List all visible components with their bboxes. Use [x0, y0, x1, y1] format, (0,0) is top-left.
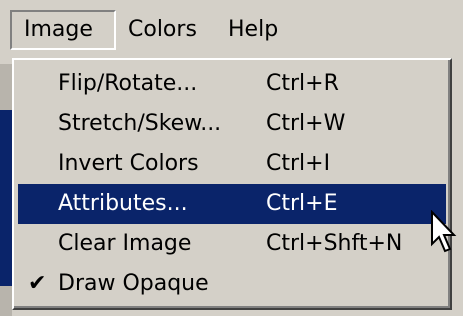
mouse-pointer-icon	[431, 210, 457, 253]
menu-item-shortcut: Ctrl+I	[266, 151, 331, 176]
menu-item-label: Attributes...	[58, 191, 188, 216]
menu-item-label: Draw Opaque	[58, 271, 209, 296]
menu-item-stretch-skew[interactable]: Stretch/Skew... Ctrl+W	[18, 104, 446, 144]
menu-item-shortcut: Ctrl+Shft+N	[266, 231, 403, 256]
document-background	[0, 64, 12, 316]
canvas-edge	[0, 110, 12, 286]
menu-item-draw-opaque[interactable]: ✔ Draw Opaque	[18, 264, 446, 304]
checkmark-icon: ✔	[28, 271, 47, 296]
menu-item-shortcut: Ctrl+W	[266, 111, 346, 136]
menu-image[interactable]: Image	[10, 10, 116, 50]
menu-item-attributes[interactable]: Attributes... Ctrl+E	[18, 184, 446, 224]
menu-colors[interactable]: Colors	[128, 10, 197, 50]
menu-item-label: Stretch/Skew...	[58, 111, 222, 136]
menu-bar: Image Colors Help	[0, 0, 463, 58]
menu-item-label: Flip/Rotate...	[58, 71, 198, 96]
menu-item-shortcut: Ctrl+E	[266, 191, 338, 216]
menu-item-clear-image[interactable]: Clear Image Ctrl+Shft+N	[18, 224, 446, 264]
menu-item-shortcut: Ctrl+R	[266, 71, 339, 96]
menu-item-flip-rotate[interactable]: Flip/Rotate... Ctrl+R	[18, 64, 446, 104]
menu-item-invert-colors[interactable]: Invert Colors Ctrl+I	[18, 144, 446, 184]
image-menu-dropdown: Flip/Rotate... Ctrl+R Stretch/Skew... Ct…	[12, 58, 452, 310]
menu-help[interactable]: Help	[228, 10, 278, 50]
menu-item-label: Clear Image	[58, 231, 192, 256]
menu-item-label: Invert Colors	[58, 151, 199, 176]
